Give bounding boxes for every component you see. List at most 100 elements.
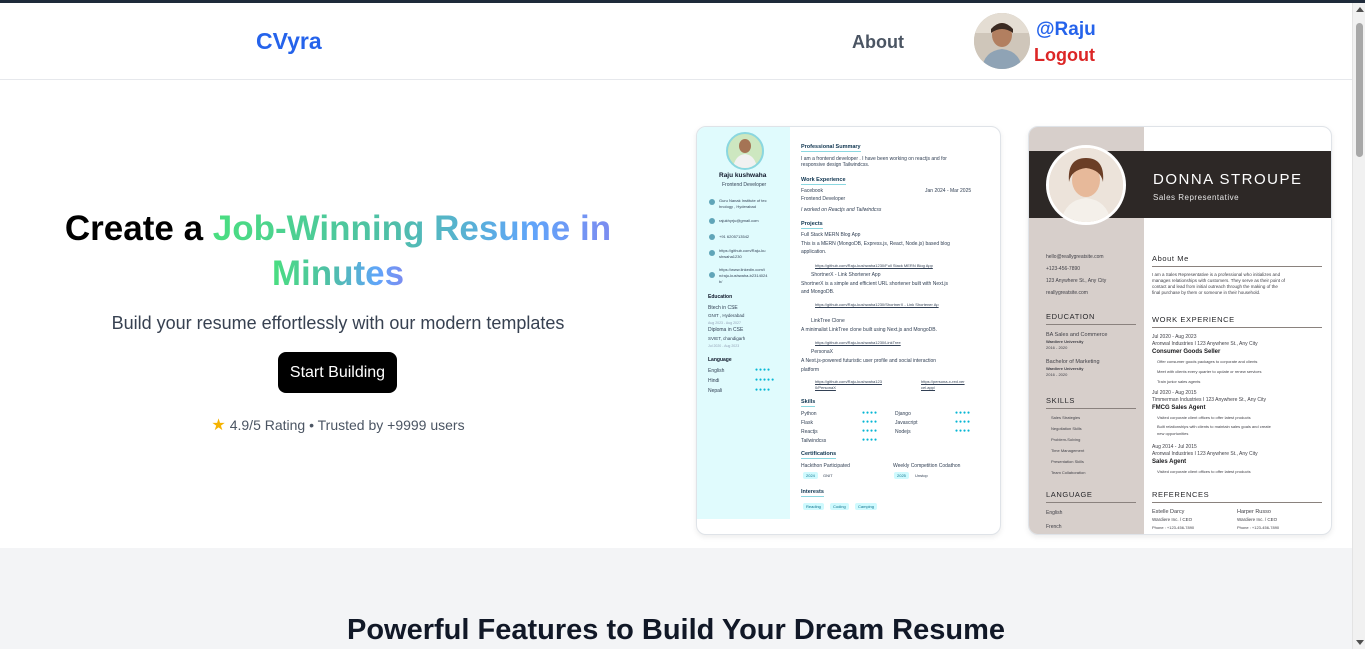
resume1-project-line-7: https://github.com/Raju-kushwaha1230/Sho… <box>815 302 939 307</box>
resume2-skill-4: Presentation Skills <box>1051 459 1084 464</box>
resume1-skill-5: Javascript <box>895 420 918 426</box>
scroll-down-icon[interactable] <box>1356 640 1364 645</box>
resume2-contact-2: 123 Anywhere St., Any City <box>1046 278 1107 284</box>
rating-dots: ●●●● <box>862 437 879 443</box>
resume1-project-line-0: Full Stack MERN Blog App <box>801 232 861 238</box>
resume2-work-8: FMCG Sales Agent <box>1152 405 1206 411</box>
resume2-role: Sales Representative <box>1153 193 1240 202</box>
resume1-project-line-4: ShortnerX - Link Shortener App <box>811 272 881 278</box>
resume1-project-line-9: A minimalist LinkTree clone built using … <box>801 327 937 333</box>
resume1-project-line-12: A Next.js-powered futuristic user profil… <box>801 358 937 364</box>
resume2-name: DONNA STROUPE <box>1153 171 1303 188</box>
resume2-work-1: Aronwal Industries I 123 Anywhere St., A… <box>1152 341 1258 347</box>
resume1-cert-4: 2025 <box>894 472 909 479</box>
resume1-cert-1: 2024 <box>803 472 818 479</box>
site-logo[interactable]: CVyra <box>256 28 322 55</box>
features-title: Powerful Features to Build Your Dream Re… <box>346 614 1006 646</box>
vertical-scrollbar[interactable] <box>1352 3 1365 649</box>
resume1-project-line-3: https://github.com/Raju-kushwaha1230/Ful… <box>815 263 933 268</box>
resume1-cert-0: Hackthon Participated <box>801 463 850 469</box>
logout-button[interactable]: Logout <box>1034 45 1095 66</box>
nav-link-about[interactable]: About <box>852 32 904 53</box>
resume2-education-3: Bachelor of Marketing <box>1046 359 1100 365</box>
hero-section: Create a Job-Winning Resume in Minutes B… <box>0 81 1352 548</box>
resume1-project-line-17: cel.app/ <box>921 385 936 390</box>
resume1-language-2: Nepali <box>708 388 723 394</box>
scrollbar-thumb[interactable] <box>1356 23 1363 157</box>
resume2-about-title: About Me <box>1152 254 1189 263</box>
resume2-contact-0: hello@reallygreatsite.com <box>1046 254 1104 260</box>
resume1-skill-1: Flask <box>801 420 813 426</box>
hero-headline: Create a Job-Winning Resume in Minutes <box>40 206 636 296</box>
page: CVyra About @Raju Logout Create a Job-Wi… <box>0 3 1352 649</box>
resume1-skill-6: Nodejs <box>895 429 911 435</box>
resume1-project-line-6: and MongoDB. <box>801 289 835 295</box>
resume1-interest-2: Camping <box>855 503 878 510</box>
resume1-project-line-5: ShortnerX is a simple and efficient URL … <box>801 281 949 287</box>
resume1-contact-7: n/raju-kushwaha-b2314024 <box>719 273 768 278</box>
resume1-education-0: Btech in CSE <box>708 305 738 311</box>
resume2-work-9: Visited corporate client offices to offe… <box>1157 415 1251 420</box>
resume2-education-title: EDUCATION <box>1046 312 1096 321</box>
divider <box>1046 324 1136 325</box>
resume2-work-14: Sales Agent <box>1152 459 1187 465</box>
resume2-skill-2: Problem-Solving <box>1051 437 1081 442</box>
start-building-button[interactable]: Start Building <box>278 352 397 393</box>
resume1-photo <box>726 132 764 170</box>
linkedin-icon <box>709 272 715 278</box>
resume2-work-2: Consumer Goods Seller <box>1152 349 1221 355</box>
school-icon <box>709 199 715 205</box>
resume1-contact-5: shwaha1230 <box>719 254 742 259</box>
rating-dots: ●●●● <box>955 428 972 434</box>
resume2-work-4: Meet with clients every quarter to updat… <box>1157 369 1262 374</box>
hero-subtitle: Build your resume effortlessly with our … <box>111 313 565 333</box>
email-icon <box>709 218 715 224</box>
resume1-education-title: Education <box>708 294 733 300</box>
resume1-skill-2: Reactjs <box>801 429 818 435</box>
resume1-interest-1: Coding <box>830 503 849 510</box>
resume1-language-title: Language <box>708 357 732 363</box>
resume1-contact-1: hnology , Hyderabad <box>719 204 756 209</box>
divider <box>1152 502 1322 503</box>
resume1-contact-2: rajukhyrju@gmail.com <box>719 218 759 223</box>
resume2-ref-5: Phone : +123-456-7890 <box>1237 525 1280 530</box>
github-icon <box>709 250 715 256</box>
resume1-project-line-10: https://github.com/Raju-kushwaha1230/Lin… <box>815 340 901 345</box>
resume2-ref-3: Harper Russo <box>1237 509 1271 515</box>
resume1-interest-0: Reading <box>803 503 824 510</box>
resume-template-preview-1[interactable]: Raju kushwaha Frontend Developer Guru Na… <box>696 126 1001 535</box>
rating-line: ★ 4.9/5 Rating • Trusted by +9999 users <box>40 415 636 435</box>
user-avatar[interactable] <box>974 13 1030 69</box>
resume1-sidebar: Raju kushwaha Frontend Developer Guru Na… <box>697 127 790 519</box>
resume2-work-5: Train junior sales agents <box>1157 379 1201 384</box>
resume1-work-role: Frontend Developer <box>801 196 846 202</box>
resume1-work-title: Work Experience <box>801 177 846 185</box>
resume1-contact-3: +91 6205713542 <box>719 234 750 239</box>
resume1-summary-1: responsive design Tailwindcss. <box>801 162 870 168</box>
resume1-education-3: Diploma in CSE <box>708 327 744 333</box>
resume2-language-title: LANGUAGE <box>1046 490 1093 499</box>
headline-gradient-2: Minutes <box>271 254 405 293</box>
resume2-photo <box>1046 145 1126 225</box>
rating-dots: ●●●● <box>862 410 879 416</box>
resume1-skill-3: Tailwindcss <box>801 438 827 444</box>
scroll-up-icon[interactable] <box>1356 7 1364 12</box>
resume2-skill-0: Sales Strategies <box>1051 415 1081 420</box>
resume2-ref-1: Wardiere Inc. / CEO <box>1152 517 1193 522</box>
resume2-work-title: WORK EXPERIENCE <box>1152 315 1235 324</box>
resume2-work-6: Jul 2020 - Aug 2015 <box>1152 390 1197 396</box>
resume1-work-desc: I worked on Reactjs and Tailwindcss <box>801 207 882 213</box>
headline-plain: Create a <box>64 209 213 248</box>
resume1-project-line-2: application. <box>801 249 827 255</box>
resume1-project-line-13: platform <box>801 367 820 373</box>
resume2-references-title: REFERENCES <box>1152 490 1210 499</box>
resume1-education-2: Aug 2023 - Aug 2027 <box>708 321 741 325</box>
resume-template-preview-2[interactable]: DONNA STROUPE Sales Representative hello… <box>1028 126 1332 535</box>
username-link[interactable]: @Raju <box>1036 19 1096 41</box>
resume1-skills-title: Skills <box>801 399 816 407</box>
resume2-language-0: English <box>1046 510 1063 516</box>
resume1-education-4: SVIET, chandigarh <box>708 336 746 341</box>
rating-dots: ●●●●● <box>755 377 776 383</box>
resume2-work-11: new opportunities <box>1157 431 1189 436</box>
resume2-about-3: final purchase by them or someone in the… <box>1152 290 1261 295</box>
